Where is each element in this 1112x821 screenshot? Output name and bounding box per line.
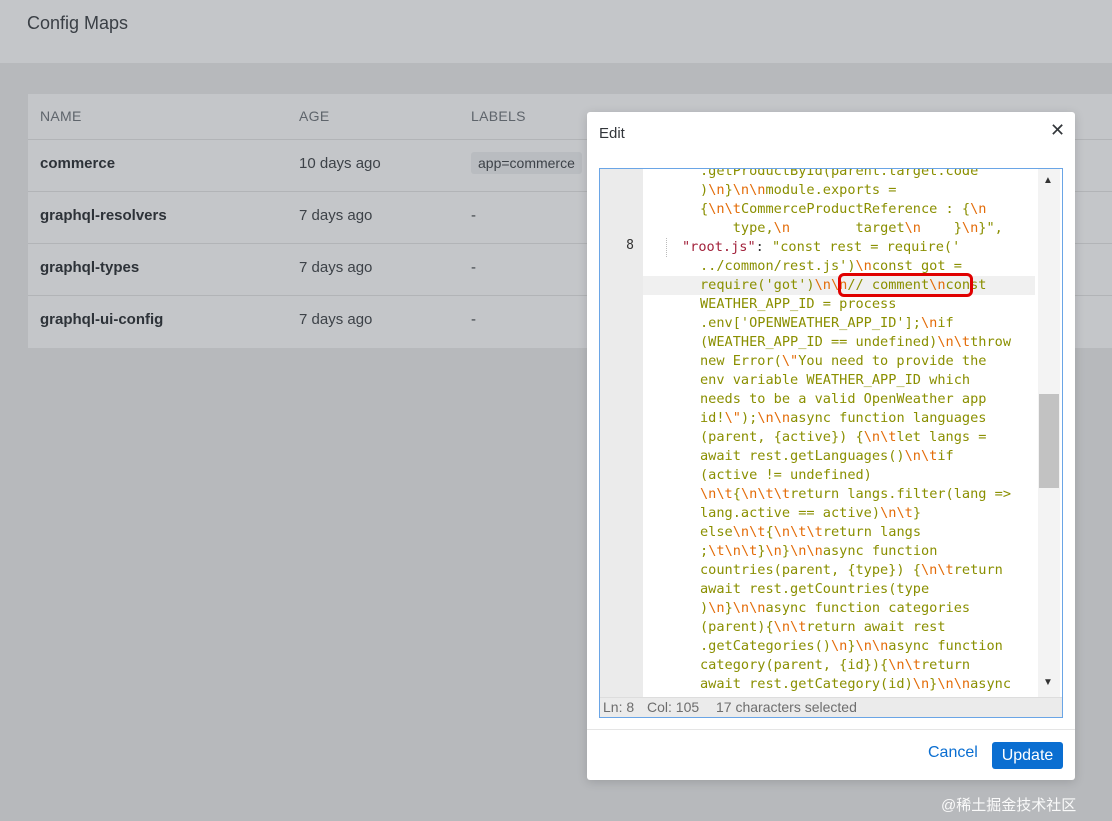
scroll-up-icon[interactable]: ▲	[1043, 175, 1053, 186]
editor-status-bar: Ln: 8 Col: 105 17 characters selected	[600, 697, 1062, 717]
code-line[interactable]: await rest.getLanguages()\n\tif	[700, 447, 954, 466]
code-line[interactable]: {\n\tCommerceProductReference : {\n	[700, 200, 986, 219]
dialog-title: Edit	[599, 125, 625, 142]
row-labels: -	[471, 259, 476, 276]
row-labels: -	[471, 311, 476, 328]
code-line[interactable]: )\n}\n\nasync function categories	[700, 599, 970, 618]
vertical-scrollbar[interactable]: ▲ ▼	[1038, 169, 1060, 697]
code-line[interactable]: type,\n target\n }\n}",	[700, 219, 1003, 238]
edit-dialog: Edit ✕ 8 .getProductById(parent.target.c…	[587, 112, 1075, 780]
dialog-footer-divider	[587, 729, 1075, 730]
code-line[interactable]: (active != undefined)	[700, 466, 872, 485]
code-line[interactable]: .getProductById(parent.target.code	[700, 169, 978, 181]
scrollbar-thumb[interactable]	[1039, 394, 1059, 488]
status-selection: 17 characters selected	[716, 699, 857, 715]
column-header-name[interactable]: NAME	[40, 108, 82, 124]
column-header-age[interactable]: AGE	[299, 108, 329, 124]
code-line[interactable]: else\n\t{\n\t\treturn langs	[700, 523, 921, 542]
code-line[interactable]: .env['OPENWEATHER_APP_ID'];\nif	[700, 314, 954, 333]
code-line[interactable]: countries(parent, {type}) {\n\treturn	[700, 561, 1003, 580]
code-line[interactable]: new Error(\"You need to provide the	[700, 352, 986, 371]
scroll-down-icon[interactable]: ▼	[1043, 677, 1053, 688]
row-name[interactable]: graphql-types	[40, 259, 139, 276]
code-line[interactable]: await rest.getCategory(id)\n}\n\nasync	[700, 675, 1011, 694]
watermark: @稀土掘金技术社区	[941, 797, 1077, 814]
row-age: 10 days ago	[299, 155, 381, 172]
code-line[interactable]: WEATHER_APP_ID = process	[700, 295, 896, 314]
code-line[interactable]: env variable WEATHER_APP_ID which	[700, 371, 970, 390]
code-line[interactable]: (WEATHER_APP_ID == undefined)\n\tthrow	[700, 333, 1011, 352]
page-header: Config Maps	[0, 0, 1112, 63]
close-icon[interactable]: ✕	[1050, 120, 1065, 141]
code-line[interactable]: )\n}\n\nmodule.exports =	[700, 181, 896, 200]
row-age: 7 days ago	[299, 311, 373, 328]
row-age: 7 days ago	[299, 207, 373, 224]
code-editor[interactable]: 8 .getProductById(parent.target.code)\n}…	[599, 168, 1063, 718]
code-line[interactable]: category(parent, {id}){\n\treturn	[700, 656, 970, 675]
status-column: Col: 105	[647, 699, 700, 715]
row-name[interactable]: graphql-ui-config	[40, 311, 163, 328]
row-age: 7 days ago	[299, 259, 373, 276]
code-line[interactable]: await rest.getCountries(type	[700, 580, 929, 599]
cancel-button[interactable]: Cancel	[928, 744, 978, 762]
row-name[interactable]: graphql-resolvers	[40, 207, 167, 224]
row-name[interactable]: commerce	[40, 155, 115, 172]
code-line[interactable]: .getCategories()\n}\n\nasync function	[700, 637, 1003, 656]
code-line[interactable]: "root.js": "const rest = require('	[682, 238, 960, 257]
update-button[interactable]: Update	[992, 742, 1063, 769]
code-line[interactable]: \n\t{\n\t\treturn langs.filter(lang =>	[700, 485, 1011, 504]
page-title: Config Maps	[27, 13, 129, 33]
row-labels: -	[471, 207, 476, 224]
code-line[interactable]: (parent){\n\treturn await rest	[700, 618, 946, 637]
code-line[interactable]: lang.active == active)\n\t}	[700, 504, 921, 523]
label-chip: app=commerce	[471, 152, 582, 174]
column-header-labels[interactable]: LABELS	[471, 108, 526, 124]
selection-annotation	[838, 273, 973, 297]
code-line[interactable]: ;\t\n\t}\n}\n\nasync function	[700, 542, 937, 561]
code-line[interactable]: id!\");\n\nasync function languages	[700, 409, 986, 428]
status-line: Ln: 8	[603, 699, 635, 715]
code-line[interactable]: (parent, {active}) {\n\tlet langs =	[700, 428, 986, 447]
code-content[interactable]: .getProductById(parent.target.code)\n}\n…	[600, 169, 1040, 697]
code-line[interactable]: needs to be a valid OpenWeather app	[700, 390, 986, 409]
